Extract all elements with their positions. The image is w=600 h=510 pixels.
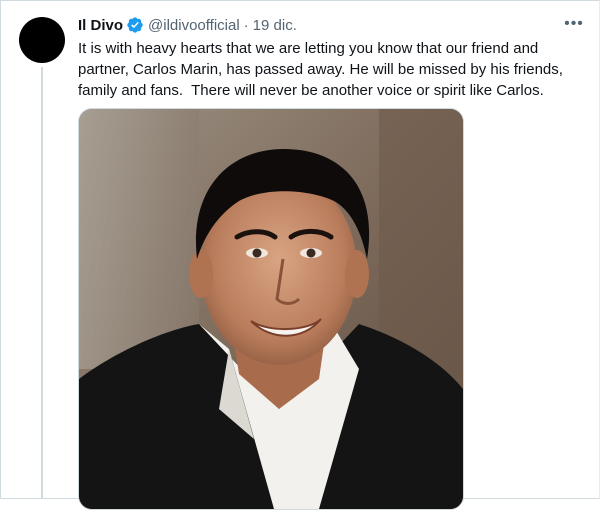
author-name[interactable]: Il Divo (78, 17, 123, 34)
avatar[interactable] (19, 17, 65, 63)
tweet-photo[interactable] (78, 108, 464, 510)
verified-badge-icon (126, 16, 144, 34)
separator-dot: · (243, 16, 249, 34)
more-options-icon[interactable]: ••• (561, 14, 587, 34)
thread-line (41, 67, 43, 499)
author-handle[interactable]: @ildivoofficial (148, 17, 240, 34)
tweet-date[interactable]: 19 dic. (253, 17, 297, 34)
portrait-photo (79, 109, 463, 509)
tweet-text: It is with heavy hearts that we are lett… (78, 40, 568, 99)
tweet-header: Il Divo @ildivoofficial · 19 dic. (78, 14, 297, 36)
